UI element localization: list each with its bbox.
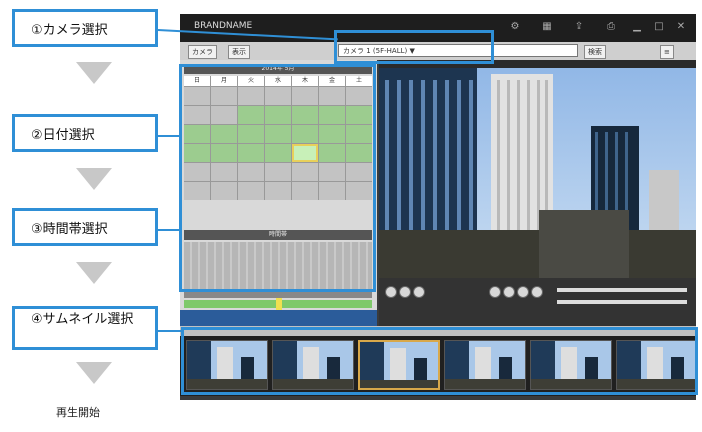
prev-frame-button[interactable] — [399, 286, 411, 298]
callout-thumbnails — [181, 327, 698, 395]
option-button[interactable]: ≡ — [660, 45, 674, 59]
step-date-select-label: ②日付選択 — [31, 128, 95, 143]
video-player[interactable] — [379, 60, 696, 278]
view-button[interactable]: 表示 — [228, 45, 250, 59]
play-start-label: 再生開始 — [56, 406, 100, 419]
step-date-select: ②日付選択 — [12, 114, 158, 152]
playback-controls — [379, 278, 696, 326]
connector-time — [158, 229, 182, 231]
connector-thumbnail — [158, 330, 184, 332]
pause-button[interactable] — [413, 286, 425, 298]
callout-camera-select — [334, 30, 494, 64]
selection-panel-footer — [180, 310, 377, 326]
callout-calendar-time — [179, 64, 376, 292]
flow-arrow-3 — [76, 262, 112, 284]
step-thumbnail-select: ④サムネイル選択 — [12, 306, 158, 350]
volume-slider[interactable] — [557, 300, 687, 304]
skip-end-button[interactable] — [531, 286, 543, 298]
minimize-icon[interactable]: ▁ — [630, 20, 644, 34]
fast-forward-button[interactable] — [517, 286, 529, 298]
close-icon[interactable]: ✕ — [674, 20, 688, 34]
play-button[interactable] — [489, 286, 501, 298]
search-button[interactable]: 検索 — [584, 45, 606, 59]
step-time-select: ③時間帯選択 — [12, 208, 158, 246]
app-title: BRANDNAME — [194, 21, 253, 31]
step-time-select-label: ③時間帯選択 — [31, 222, 108, 237]
flow-arrow-4 — [76, 362, 112, 384]
rewind-button[interactable] — [385, 286, 397, 298]
flow-arrow-2 — [76, 168, 112, 190]
settings-icon[interactable]: ⚙ — [508, 20, 522, 34]
time-range-cursor[interactable] — [276, 298, 282, 310]
camera-button[interactable]: カメラ — [188, 45, 217, 59]
export-icon[interactable]: ⇪ — [572, 20, 586, 34]
grid-icon[interactable]: ▦ — [540, 20, 554, 34]
step-camera-select: ①カメラ選択 — [12, 9, 158, 47]
speed-slider[interactable] — [557, 288, 687, 292]
flow-arrow-1 — [76, 62, 112, 84]
step-thumbnail-select-label: ④サムネイル選択 — [31, 312, 134, 327]
connector-date — [158, 135, 182, 137]
print-icon[interactable]: ⎙ — [604, 20, 618, 34]
next-frame-button[interactable] — [503, 286, 515, 298]
maximize-icon[interactable]: □ — [652, 20, 666, 34]
video-frame — [379, 60, 696, 278]
step-camera-select-label: ①カメラ選択 — [31, 23, 108, 38]
